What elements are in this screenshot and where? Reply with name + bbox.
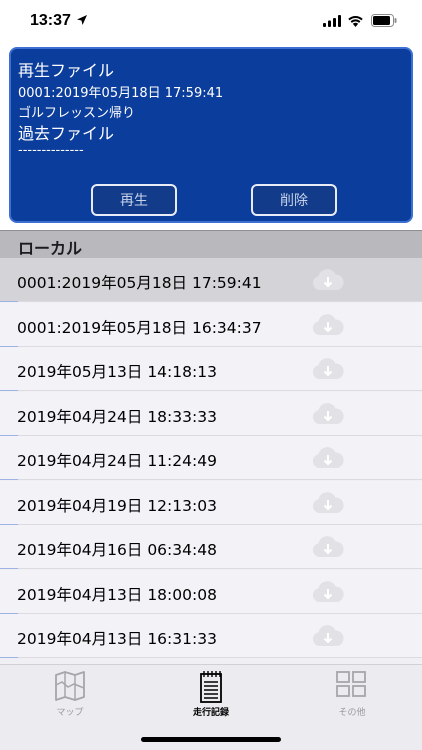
record-row[interactable]: 2019年04月24日 18:33:33 [0,391,422,436]
section-title: ローカル [18,239,83,258]
record-label: 0001:2019年05月18日 17:59:41 [17,274,262,292]
record-row[interactable]: 2019年04月16日 06:34:48 [0,525,422,569]
cloud-download-icon[interactable] [311,446,345,470]
record-label: 2019年05月13日 14:18:13 [17,363,217,381]
cloud-download-icon[interactable] [311,535,345,559]
status-bar: 13:37 [0,0,422,44]
play-button[interactable]: 再生 [91,184,177,216]
cloud-download-icon[interactable] [311,491,345,515]
record-row[interactable]: 2019年04月13日 18:00:08 [0,569,422,614]
record-label: 0001:2019年05月18日 16:34:37 [17,318,262,337]
player-area: 再生ファイル 0001:2019年05月18日 17:59:41 ゴルフレッスン… [0,44,422,230]
record-row[interactable]: 2019年04月24日 11:24:49 [0,436,422,480]
cloud-download-icon[interactable] [311,402,345,426]
playback-file-name: 0001:2019年05月18日 17:59:41 [18,86,224,101]
record-label: 2019年04月19日 12:13:03 [17,496,217,515]
section-header-local: ローカル [0,230,422,258]
location-arrow-icon [77,15,87,25]
home-indicator [141,737,281,742]
tab-other[interactable]: その他 [282,665,422,725]
cloud-download-icon[interactable] [311,580,345,604]
cloud-download-icon[interactable] [311,268,345,292]
playback-file-note: ゴルフレッスン帰り [18,106,136,121]
record-label: 2019年04月13日 16:31:33 [17,630,217,648]
map-icon [55,671,85,701]
record-label: 2019年04月24日 11:24:49 [17,452,217,470]
battery-icon [371,14,397,27]
record-row[interactable]: 2019年04月19日 12:13:03 [0,480,422,525]
playback-file-heading: 再生ファイル [18,61,115,80]
past-file-heading: 過去ファイル [18,124,115,143]
record-row[interactable]: 2019年04月13日 16:31:33 [0,614,422,658]
cloud-download-icon[interactable] [311,313,345,337]
record-row[interactable]: 0001:2019年05月18日 16:34:37 [0,302,422,347]
tab-run-log[interactable]: 走行記録 [141,665,281,725]
cloud-download-icon[interactable] [311,357,345,381]
tab-map-label: マップ [56,708,84,718]
delete-button[interactable]: 削除 [251,184,337,216]
record-label: 2019年04月24日 18:33:33 [17,407,217,426]
row-separator-accent [0,657,18,658]
tab-run-log-label: 走行記録 [192,708,229,718]
player-panel: 再生ファイル 0001:2019年05月18日 17:59:41 ゴルフレッスン… [9,47,413,223]
past-file-value: -------------- [18,143,84,158]
status-time: 13:37 [30,12,71,29]
tab-map[interactable]: マップ [0,665,140,725]
cloud-download-icon[interactable] [311,624,345,648]
record-row[interactable]: 2019年05月13日 14:18:13 [0,347,422,391]
record-label: 2019年04月16日 06:34:48 [17,541,217,559]
cellular-signal-icon [323,15,341,27]
record-row[interactable]: 0001:2019年05月18日 17:59:41 [0,258,422,302]
wifi-icon [348,16,363,27]
record-list[interactable]: 0001:2019年05月18日 17:59:41 0001:2019年05月18… [0,258,422,664]
tab-other-label: その他 [338,708,366,718]
record-label: 2019年04月13日 18:00:08 [17,585,217,604]
grid-icon [336,671,366,697]
log-notebook-icon [200,671,222,703]
